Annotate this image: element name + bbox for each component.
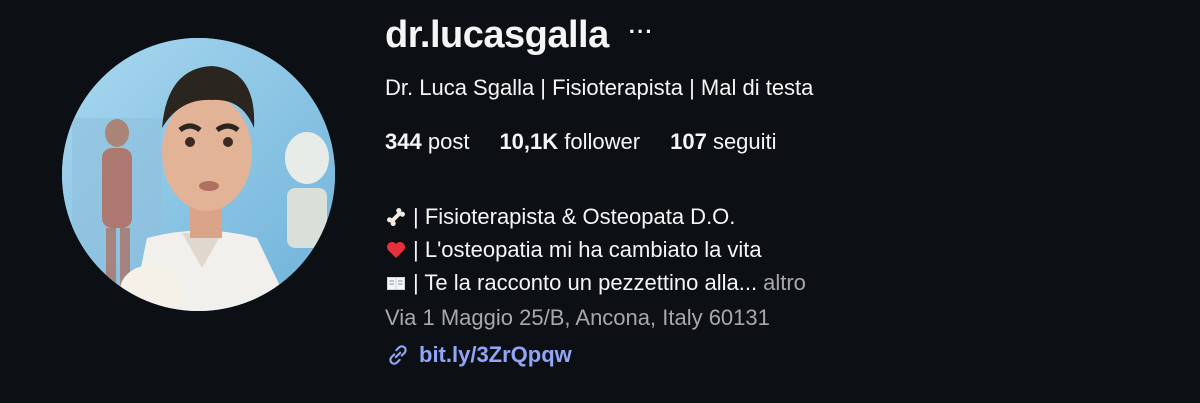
profile-link[interactable]: bit.ly/3ZrQpqw [385,342,572,368]
address: Via 1 Maggio 25/B, Ancona, Italy 60131 [385,305,770,330]
book-icon [387,276,405,290]
stat-followers[interactable]: 10,1K follower [499,129,640,155]
profile-avatar[interactable] [62,38,335,311]
profile-stats: 344 post 10,1K follower 107 seguiti [385,129,777,155]
bone-icon [387,207,405,226]
full-name: Dr. Luca Sgalla | Fisioterapista | Mal d… [385,75,814,100]
stat-posts: 344 post [385,129,470,154]
bio-line: | Te la racconto un pezzettino alla... a… [385,266,806,299]
bio: | Fisioterapista & Osteopata D.O. | L'os… [385,200,806,299]
avatar-photo [62,38,335,311]
more-text-button[interactable]: altro [763,266,806,299]
heart-icon [387,241,405,258]
more-options-icon[interactable]: ··· [629,19,654,45]
bio-line: | Fisioterapista & Osteopata D.O. [385,200,806,233]
username: dr.lucasgalla [385,14,609,56]
link-text[interactable]: bit.ly/3ZrQpqw [419,342,572,368]
stat-following[interactable]: 107 seguiti [670,129,776,155]
username-row: dr.lucasgalla ··· [385,14,654,57]
bio-line: | L'osteopatia mi ha cambiato la vita [385,233,806,266]
link-icon [389,345,407,365]
